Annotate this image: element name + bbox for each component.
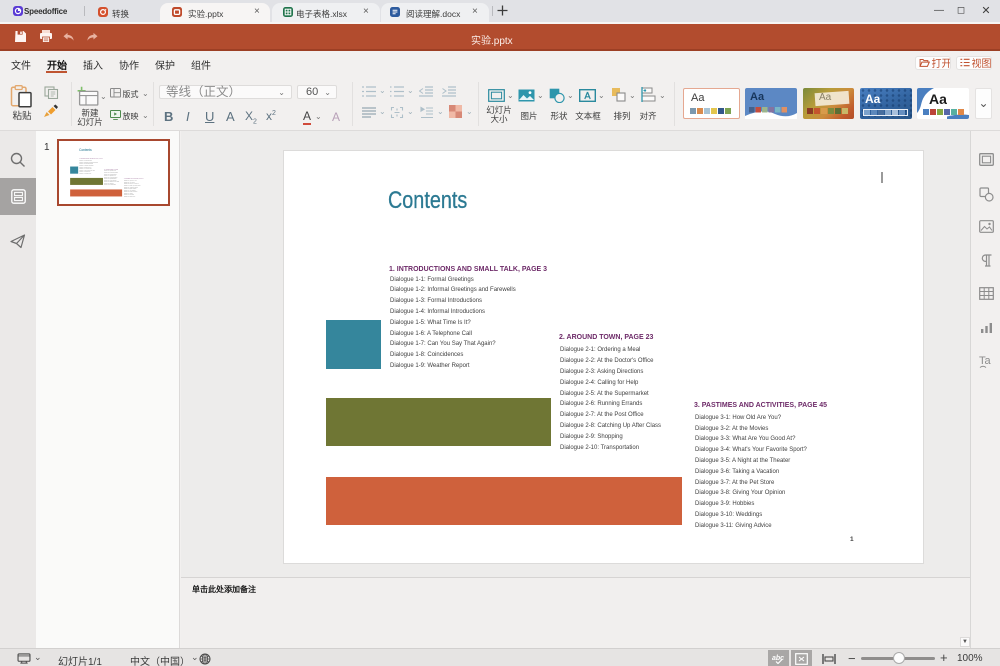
svg-text:Ta: Ta — [979, 355, 992, 367]
svg-text:abc: abc — [772, 655, 784, 662]
